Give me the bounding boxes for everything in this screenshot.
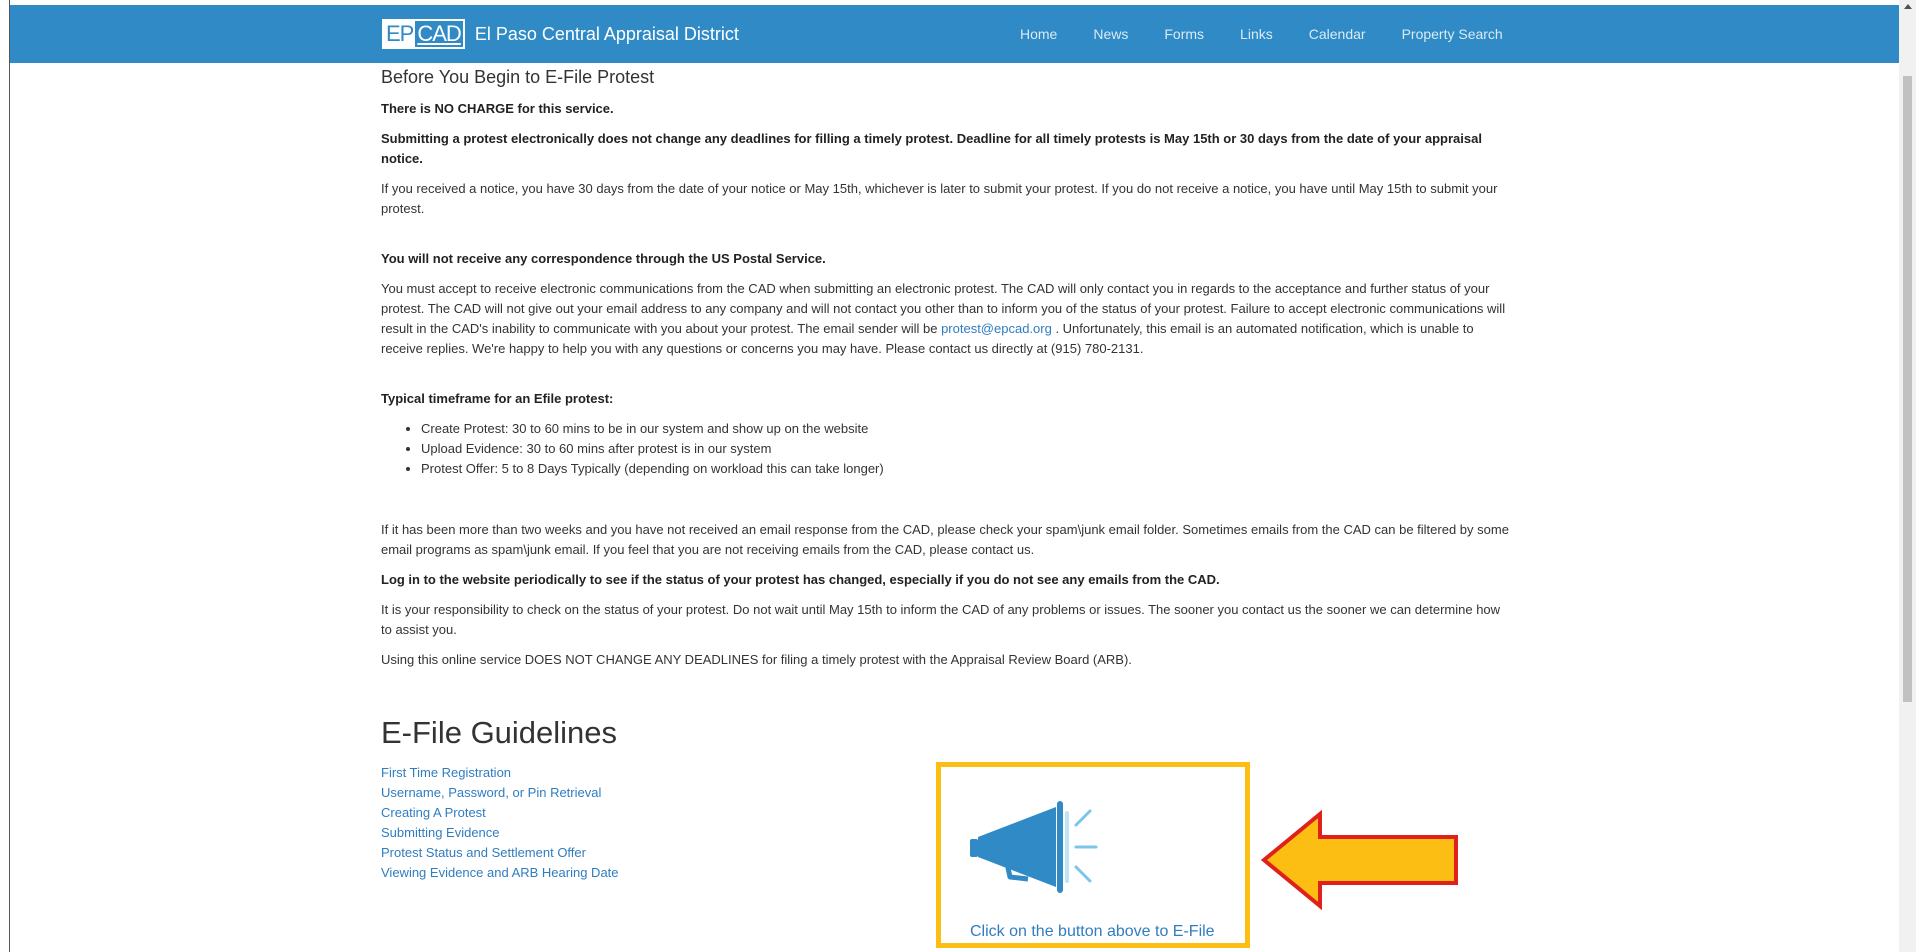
megaphone-icon xyxy=(970,801,1098,893)
guide-link-submitting-evidence[interactable]: Submitting Evidence xyxy=(381,823,619,843)
list-item: Protest Offer: 5 to 8 Days Typically (de… xyxy=(421,459,884,479)
guide-link-registration[interactable]: First Time Registration xyxy=(381,763,619,783)
logo-ep: EP xyxy=(384,21,416,47)
nav-forms[interactable]: Forms xyxy=(1164,26,1204,42)
responsibility-text: It is your responsibility to check on th… xyxy=(381,602,1501,637)
login-notice: Log in to the website periodically to se… xyxy=(381,572,1220,587)
list-item: Create Protest: 30 to 60 mins to be in o… xyxy=(421,419,884,439)
notice-info: If you received a notice, you have 30 da… xyxy=(381,181,1498,216)
guide-link-credentials[interactable]: Username, Password, or Pin Retrieval xyxy=(381,783,619,803)
efile-caption[interactable]: Click on the button above to E-File xyxy=(970,923,1215,941)
nav-home[interactable]: Home xyxy=(1020,26,1057,42)
guide-link-evidence-hearing[interactable]: Viewing Evidence and ARB Hearing Date xyxy=(381,863,619,883)
timeframe-heading: Typical timeframe for an Efile protest: xyxy=(381,391,614,406)
site-name[interactable]: El Paso Central Appraisal District xyxy=(475,24,739,45)
protest-email-link[interactable]: protest@epcad.org xyxy=(941,321,1052,336)
nav-property-search[interactable]: Property Search xyxy=(1402,26,1503,42)
nav-news[interactable]: News xyxy=(1093,26,1128,42)
nav-calendar[interactable]: Calendar xyxy=(1309,26,1366,42)
electronic-comm-paragraph: You must accept to receive electronic co… xyxy=(381,279,1511,359)
spam-notice: If it has been more than two weeks and y… xyxy=(381,522,1509,557)
scroll-up-icon[interactable] xyxy=(1904,4,1912,9)
efile-button[interactable]: Click on the button above to E-File xyxy=(936,762,1250,948)
nav-links-item[interactable]: Links xyxy=(1240,26,1273,42)
epcad-logo[interactable]: EP CAD xyxy=(382,19,465,49)
pointing-arrow-icon xyxy=(1260,810,1458,910)
list-item: Upload Evidence: 30 to 60 mins after pro… xyxy=(421,439,884,459)
nav-links: Home News Forms Links Calendar Property … xyxy=(1020,5,1539,63)
logo-cad: CAD xyxy=(417,21,461,46)
brand[interactable]: EP CAD El Paso Central Appraisal Distric… xyxy=(382,19,739,49)
scroll-thumb[interactable] xyxy=(1903,76,1912,702)
no-mail-heading: You will not receive any correspondence … xyxy=(381,251,826,266)
guidelines-heading: E-File Guidelines xyxy=(381,715,618,750)
guide-link-status-offer[interactable]: Protest Status and Settlement Offer xyxy=(381,843,619,863)
deadline-notice: Submitting a protest electronically does… xyxy=(381,131,1482,166)
page-title: Before You Begin to E-File Protest xyxy=(381,67,655,87)
vertical-scrollbar[interactable] xyxy=(1899,0,1916,952)
top-navbar: EP CAD El Paso Central Appraisal Distric… xyxy=(10,5,1899,63)
window-edge xyxy=(9,0,10,952)
no-charge-notice: There is NO CHARGE for this service. xyxy=(381,101,614,116)
guide-link-creating-protest[interactable]: Creating A Protest xyxy=(381,803,619,823)
deadlines-note: Using this online service DOES NOT CHANG… xyxy=(381,652,1132,667)
guidelines-links: First Time Registration Username, Passwo… xyxy=(381,763,619,883)
timeframe-list: Create Protest: 30 to 60 mins to be in o… xyxy=(381,419,884,479)
